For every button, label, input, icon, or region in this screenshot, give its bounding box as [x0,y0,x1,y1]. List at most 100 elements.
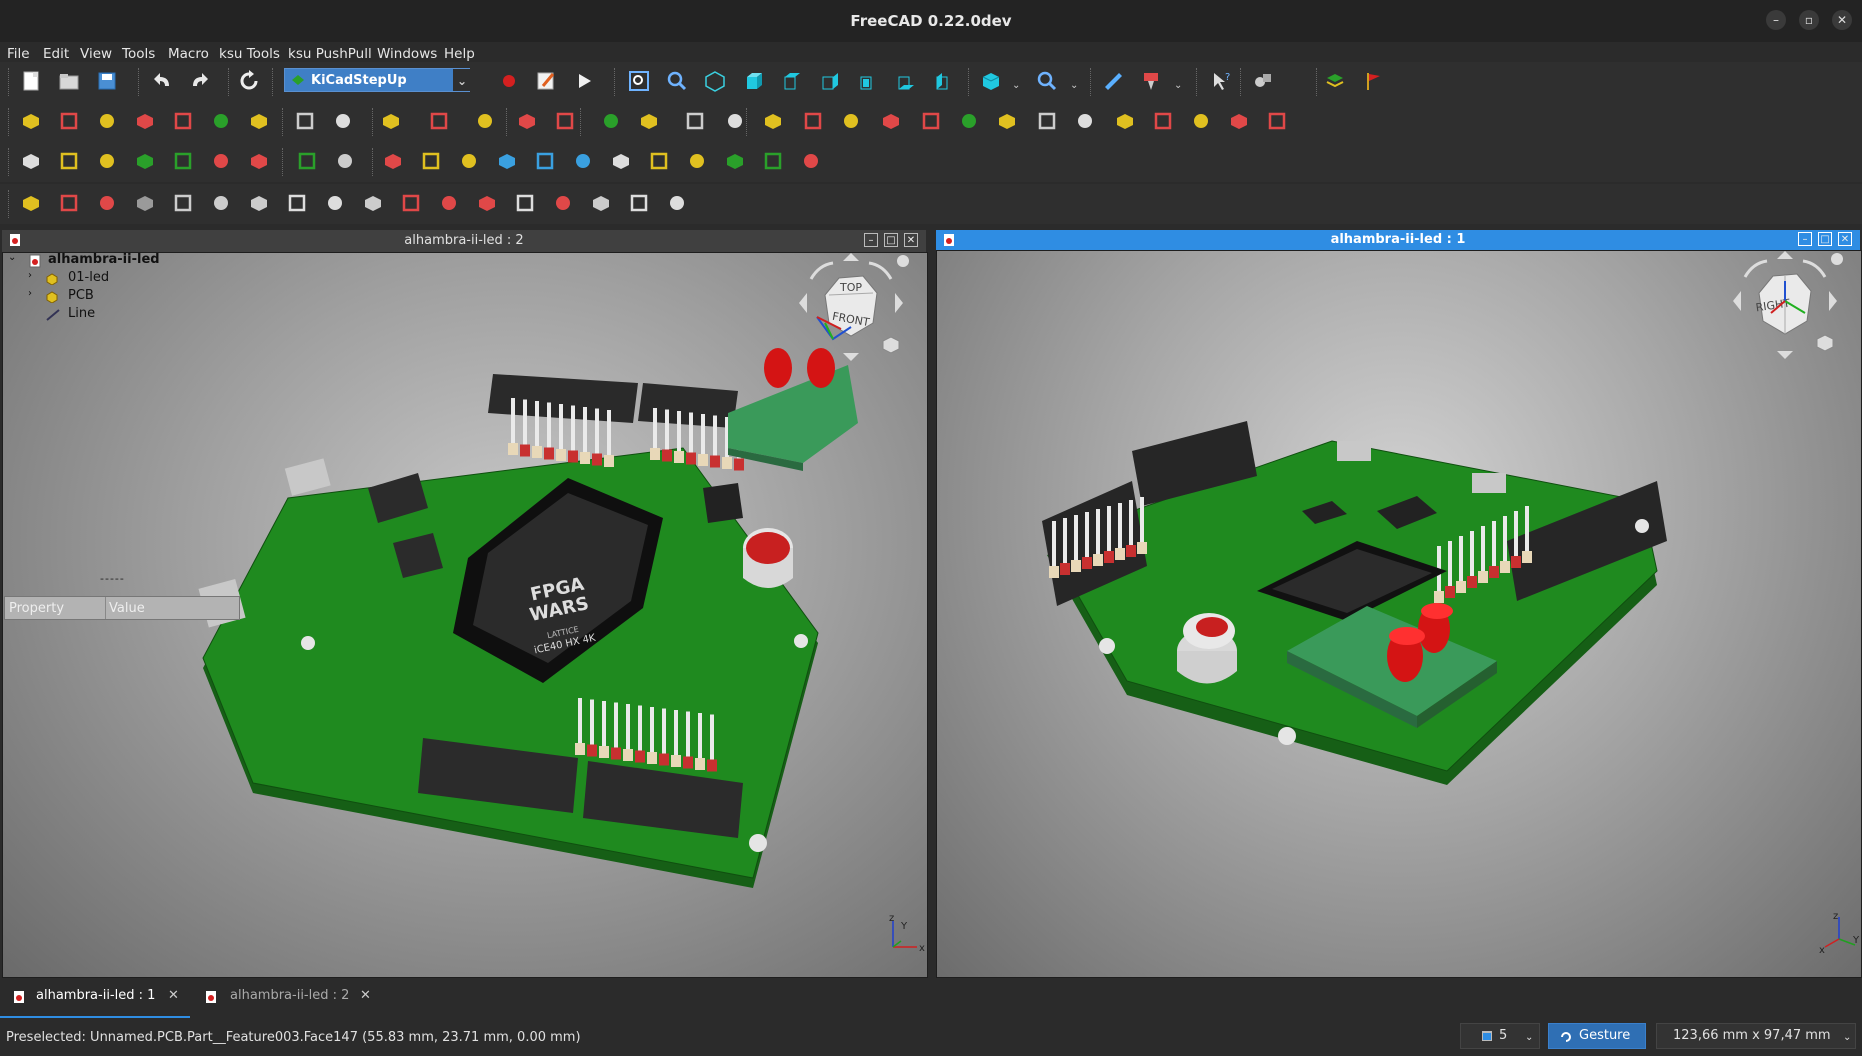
ksu-tool-icon[interactable] [606,146,636,176]
ksu-tool-icon[interactable] [758,146,788,176]
ksu-tool-icon[interactable] [328,106,358,136]
ksu-tool-icon[interactable] [1224,106,1254,136]
ksu-tool-icon[interactable] [244,106,274,136]
zoom-icon[interactable] [1032,66,1062,96]
right-navcube[interactable]: RIGHT [1715,250,1855,371]
clipping-plane-icon[interactable] [1136,66,1166,96]
ksu-tool-icon[interactable] [376,106,406,136]
ksu-tool-icon[interactable] [92,106,122,136]
save-icon[interactable] [92,66,122,96]
ksu-tool-icon[interactable] [130,106,160,136]
ksu-tool-icon[interactable] [596,106,626,136]
bottom-view-icon[interactable] [890,66,920,96]
zoom-dropdown-icon[interactable]: ⌄ [1070,80,1078,91]
menu-help[interactable]: Help [444,46,475,62]
tab-alhambra-1[interactable]: alhambra-ii-led : 1 ✕ [0,978,190,1019]
property-column-header[interactable]: Property [9,601,64,616]
ksu-tool-icon[interactable] [206,146,236,176]
ksu-tool-icon[interactable] [530,146,560,176]
maximize-button[interactable]: ▫ [1799,10,1819,30]
menu-macro[interactable]: Macro [168,46,209,62]
tree-collapse-icon[interactable]: ⌄ [8,252,16,263]
dimension-readout[interactable]: 123,66 mm x 97,47 mm ⌄ [1656,1023,1856,1049]
ksu-tool-icon[interactable] [54,106,84,136]
ksu-tool-icon[interactable] [916,106,946,136]
ksu-tool-icon[interactable] [396,188,426,218]
ksu-tool-icon[interactable] [548,188,578,218]
workbench-selector[interactable]: KiCadStepUp ⌄ [284,68,471,92]
ksu-tool-icon[interactable] [512,106,542,136]
menu-file[interactable]: File [7,46,30,62]
record-macro-icon[interactable] [494,66,524,96]
refresh-icon[interactable] [234,66,264,96]
ksu-tool-icon[interactable] [624,188,654,218]
ksu-tool-icon[interactable] [1148,106,1178,136]
right-3d-view[interactable]: RIGHT z Yx [936,250,1862,978]
ksu-tool-icon[interactable] [92,188,122,218]
ksu-tool-icon[interactable] [16,146,46,176]
ksu-tool-icon[interactable] [292,146,322,176]
ksu-tool-icon[interactable] [168,146,198,176]
open-folder-icon[interactable] [54,66,84,96]
ksu-tool-icon[interactable] [168,188,198,218]
ksu-tool-icon[interactable] [244,188,274,218]
ksu-tool-icon[interactable] [1186,106,1216,136]
ksu-tool-icon[interactable] [798,106,828,136]
menu-windows[interactable]: Windows [377,46,437,62]
run-macro-icon[interactable] [569,66,599,96]
menu-view[interactable]: View [80,46,112,62]
right-view-close-button[interactable]: ✕ [1838,232,1852,246]
ksu-tool-icon[interactable] [454,146,484,176]
ksu-tool-icon[interactable] [568,146,598,176]
ksu-tool-icon[interactable] [1032,106,1062,136]
ksu-tool-icon[interactable] [1262,106,1292,136]
ksu-tool-icon[interactable] [168,106,198,136]
ksu-tool-icon[interactable] [434,188,464,218]
draw-style-icon[interactable] [976,66,1006,96]
ksu-tool-icon[interactable] [586,188,616,218]
tree-expand-icon[interactable]: › [28,270,32,281]
rear-view-icon[interactable] [852,66,882,96]
ksu-tool-icon[interactable] [992,106,1022,136]
ksu-tool-icon[interactable] [836,106,866,136]
right-view-maximize-button[interactable]: □ [1818,232,1832,246]
ksu-tool-icon[interactable] [1070,106,1100,136]
ksu-tool-icon[interactable] [720,106,750,136]
ksu-tool-icon[interactable] [16,106,46,136]
ksu-tool-icon[interactable] [682,146,712,176]
page-count-dropdown-icon[interactable]: ⌄ [1525,1026,1533,1050]
flag-icon[interactable] [1358,66,1388,96]
tab-close-icon[interactable]: ✕ [168,978,179,1014]
right-view-minimize-button[interactable]: – [1798,232,1812,246]
ksu-tool-icon[interactable] [720,146,750,176]
navigation-style-button[interactable]: Gesture [1548,1023,1646,1049]
draw-style-dropdown-icon[interactable]: ⌄ [1012,80,1020,91]
panel-splitter[interactable]: ----- [100,572,125,585]
ksu-tool-icon[interactable] [644,146,674,176]
isometric-view-icon[interactable] [700,66,730,96]
front-view-icon[interactable] [738,66,768,96]
ksu-tool-icon[interactable] [330,146,360,176]
ksu-tool-icon[interactable] [680,106,710,136]
left-view-minimize-button[interactable]: – [864,233,878,247]
dimension-dropdown-icon[interactable]: ⌄ [1843,1026,1851,1050]
top-view-icon[interactable] [776,66,806,96]
minimize-button[interactable]: – [1766,10,1786,30]
menu-tools[interactable]: Tools [122,46,155,62]
menu-ksu-pushpull[interactable]: ksu PushPull [288,46,372,62]
fit-selection-icon[interactable] [662,66,692,96]
ksu-tool-icon[interactable] [550,106,580,136]
right-view-icon[interactable] [814,66,844,96]
ksu-tool-icon[interactable] [758,106,788,136]
ksu-tool-icon[interactable] [378,146,408,176]
ksu-tool-icon[interactable] [472,188,502,218]
tab-close-icon[interactable]: ✕ [360,978,371,1014]
ksu-tool-icon[interactable] [320,188,350,218]
ksu-tool-icon[interactable] [492,146,522,176]
edit-macro-icon[interactable] [531,66,561,96]
ksu-tool-icon[interactable] [16,188,46,218]
left-view-icon[interactable] [928,66,958,96]
ksu-tool-icon[interactable] [282,188,312,218]
left-view-close-button[interactable]: ✕ [904,233,918,247]
redo-icon[interactable] [184,66,214,96]
